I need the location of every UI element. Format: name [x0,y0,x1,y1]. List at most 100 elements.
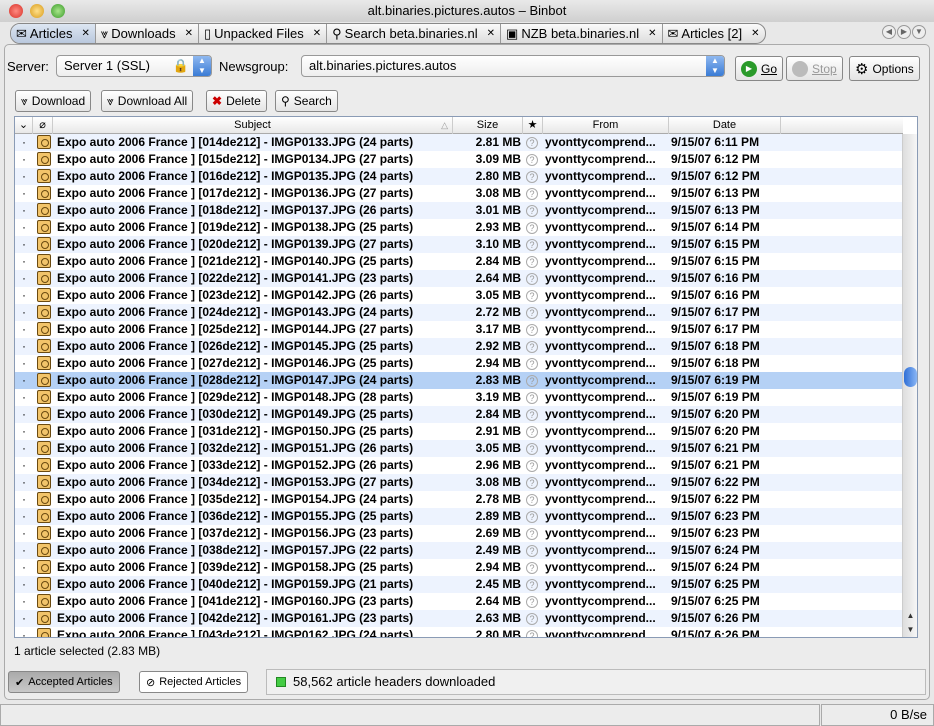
table-row[interactable]: · Expo auto 2006 France ] [035de212] - I… [15,491,903,508]
table-row[interactable]: · Expo auto 2006 France ] [036de212] - I… [15,508,903,525]
from-cell: yvonttycomprend... [545,373,656,387]
from-column-header[interactable]: From [543,117,669,134]
scroll-up-arrow[interactable]: ▲ [903,609,917,623]
go-button[interactable]: ▶ Go [735,56,784,81]
row-bullet: · [22,560,26,574]
delete-button[interactable]: ✖ Delete [206,90,267,112]
newsgroup-select[interactable]: alt.binaries.pictures.autos ▲ ▼ [301,55,725,77]
tab-search[interactable]: ⚲ Search beta.binaries.nl ✕ [327,24,502,43]
row-bullet: · [22,288,26,302]
zoom-window-button[interactable] [51,4,65,18]
table-row[interactable]: · Expo auto 2006 France ] [029de212] - I… [15,389,903,406]
rejected-articles-button[interactable]: ⊘ Rejected Articles [139,671,249,693]
checkmark-icon: ✔ [15,676,25,689]
options-button[interactable]: ⚙ Options [849,56,920,81]
tab-downloads[interactable]: ⩔ Downloads ✕ [96,24,199,43]
picture-file-icon [37,474,51,491]
star-column-header[interactable]: ★ [523,117,543,134]
table-row[interactable]: · Expo auto 2006 France ] [039de212] - I… [15,559,903,576]
date-cell: 9/15/07 6:18 PM [671,356,760,370]
table-row[interactable]: · Expo auto 2006 France ] [042de212] - I… [15,610,903,627]
date-cell: 9/15/07 6:20 PM [671,424,760,438]
table-row[interactable]: · Expo auto 2006 France ] [040de212] - I… [15,576,903,593]
subject-cell: Expo auto 2006 France ] [025de212] - IMG… [57,322,414,336]
tab-articles-2[interactable]: ✉ Articles [2] ✕ [663,24,765,43]
table-row[interactable]: · Expo auto 2006 France ] [018de212] - I… [15,202,903,219]
attachment-column-header[interactable]: ⌀ [33,117,53,134]
table-row[interactable]: · Expo auto 2006 France ] [038de212] - I… [15,542,903,559]
table-row[interactable]: · Expo auto 2006 France ] [028de212] - I… [15,372,903,389]
tab-prev-button[interactable]: ◀ [882,25,896,39]
table-row[interactable]: · Expo auto 2006 France ] [041de212] - I… [15,593,903,610]
server-label: Server: [7,59,49,74]
close-window-button[interactable] [9,4,23,18]
subject-column-header[interactable]: Subject △ [53,117,453,134]
close-tab-icon[interactable]: ✕ [185,28,193,39]
from-cell: yvonttycomprend... [545,492,656,506]
download-chevron-icon: ⩔ [100,25,109,41]
date-cell: 9/15/07 6:16 PM [671,288,760,302]
table-row[interactable]: · Expo auto 2006 France ] [037de212] - I… [15,525,903,542]
close-tab-icon[interactable]: ✕ [82,28,90,39]
stop-button[interactable]: Stop [786,56,843,81]
vertical-scrollbar[interactable]: ▲ ▼ [902,134,917,637]
table-row[interactable]: · Expo auto 2006 France ] [026de212] - I… [15,338,903,355]
size-cell: 2.45 MB [475,577,521,591]
table-row[interactable]: · Expo auto 2006 France ] [032de212] - I… [15,440,903,457]
download-button[interactable]: ⩔ Download [15,90,92,112]
scrollbar-thumb[interactable] [904,367,917,387]
picture-file-icon [37,287,51,304]
date-column-header[interactable]: Date [669,117,781,134]
table-row[interactable]: · Expo auto 2006 France ] [034de212] - I… [15,474,903,491]
picture-file-icon [37,202,51,219]
unknown-status-icon: ? [526,202,538,219]
server-select[interactable]: Server 1 (SSL) 🔒 ▲ ▼ [56,55,212,77]
table-row[interactable]: · Expo auto 2006 France ] [019de212] - I… [15,219,903,236]
search-button[interactable]: ⚲ Search [275,90,338,112]
size-cell: 2.64 MB [475,271,521,285]
table-row[interactable]: · Expo auto 2006 France ] [021de212] - I… [15,253,903,270]
tab-unpacked-files[interactable]: ▯ Unpacked Files ✕ [199,24,328,43]
close-tab-icon[interactable]: ✕ [648,28,656,39]
close-tab-icon[interactable]: ✕ [751,28,759,39]
picture-file-icon [37,406,51,423]
row-bullet: · [22,509,26,523]
download-speed: 0 B/se [821,704,934,726]
accepted-articles-button[interactable]: ✔ Accepted Articles [8,671,120,693]
play-icon: ▶ [741,60,757,77]
tab-menu-button[interactable]: ▼ [912,25,926,39]
size-column-header[interactable]: Size [453,117,523,134]
size-cell: 2.91 MB [475,424,521,438]
tab-articles[interactable]: ✉ Articles ✕ [11,24,96,43]
subject-cell: Expo auto 2006 France ] [031de212] - IMG… [57,424,414,438]
table-row[interactable]: · Expo auto 2006 France ] [023de212] - I… [15,287,903,304]
expand-column-header[interactable]: ⌄ [15,117,33,134]
unknown-status-icon: ? [526,423,538,440]
download-all-button[interactable]: ⩔ Download All [101,90,194,112]
table-row[interactable]: · Expo auto 2006 France ] [025de212] - I… [15,321,903,338]
table-row[interactable]: · Expo auto 2006 France ] [015de212] - I… [15,151,903,168]
minimize-window-button[interactable] [30,4,44,18]
table-row[interactable]: · Expo auto 2006 France ] [022de212] - I… [15,270,903,287]
table-row[interactable]: · Expo auto 2006 France ] [024de212] - I… [15,304,903,321]
table-row[interactable]: · Expo auto 2006 France ] [016de212] - I… [15,168,903,185]
status-message: 58,562 article headers downloaded [266,669,926,695]
table-row[interactable]: · Expo auto 2006 France ] [020de212] - I… [15,236,903,253]
tab-next-button[interactable]: ▶ [897,25,911,39]
size-cell: 2.94 MB [475,356,521,370]
table-row[interactable]: · Expo auto 2006 France ] [027de212] - I… [15,355,903,372]
table-row[interactable]: · Expo auto 2006 France ] [017de212] - I… [15,185,903,202]
table-row[interactable]: · Expo auto 2006 France ] [031de212] - I… [15,423,903,440]
table-row[interactable]: · Expo auto 2006 France ] [030de212] - I… [15,406,903,423]
from-cell: yvonttycomprend... [545,560,656,574]
table-row[interactable]: · Expo auto 2006 France ] [033de212] - I… [15,457,903,474]
scroll-down-arrow[interactable]: ▼ [903,623,917,637]
close-tab-icon[interactable]: ✕ [313,28,321,39]
tab-nzb[interactable]: ▣ NZB beta.binaries.nl ✕ [501,24,663,43]
table-row[interactable]: · Expo auto 2006 France ] [014de212] - I… [15,134,903,151]
table-row[interactable]: · Expo auto 2006 France ] [043de212] - I… [15,627,903,637]
row-bullet: · [22,390,26,404]
from-cell: yvonttycomprend... [545,254,656,268]
close-tab-icon[interactable]: ✕ [487,28,495,39]
size-cell: 2.94 MB [475,560,521,574]
